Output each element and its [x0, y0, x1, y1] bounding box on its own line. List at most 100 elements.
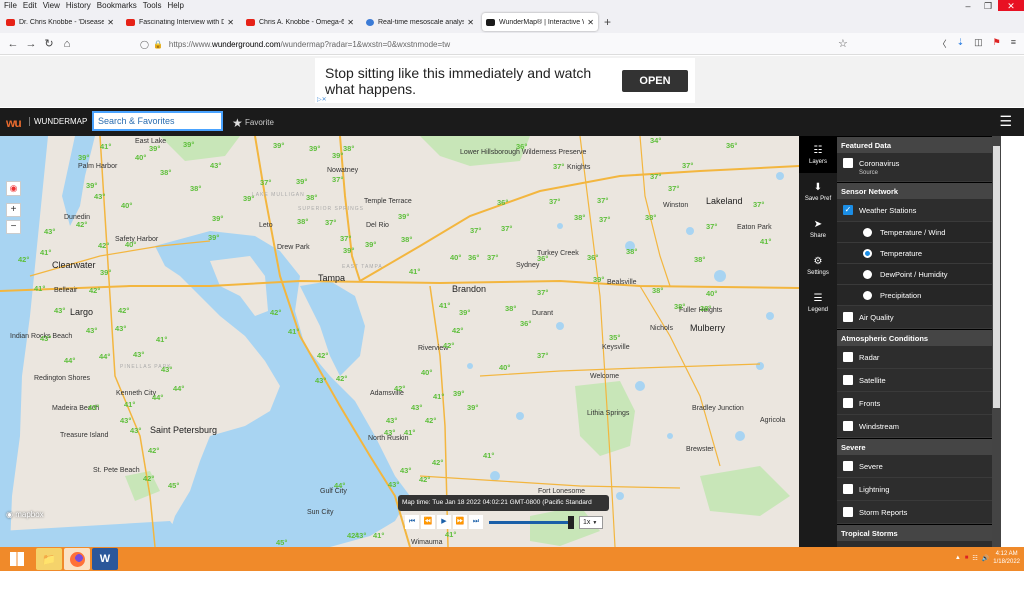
- close-tab-icon[interactable]: ✕: [227, 18, 234, 27]
- layer-satellite[interactable]: Satellite: [837, 369, 992, 392]
- station-temperature[interactable]: 38°: [694, 255, 705, 264]
- radio[interactable]: [863, 227, 872, 237]
- tab-diseases[interactable]: Dr. Chris Knobbe - 'Diseases of ✕: [2, 13, 118, 31]
- station-temperature[interactable]: 39°: [398, 212, 409, 221]
- checkbox[interactable]: [843, 375, 853, 385]
- station-temperature[interactable]: 39°: [309, 144, 320, 153]
- station-temperature[interactable]: 43°: [40, 334, 51, 343]
- layer-storm-reports[interactable]: Storm Reports: [837, 501, 992, 524]
- close-tab-icon[interactable]: ✕: [467, 18, 474, 27]
- zoom-in-button[interactable]: +: [6, 203, 21, 217]
- station-temperature[interactable]: 43°: [210, 161, 221, 170]
- station-temperature[interactable]: 43°: [120, 416, 131, 425]
- station-temperature[interactable]: 38°: [297, 217, 308, 226]
- zoom-out-button[interactable]: −: [6, 220, 21, 234]
- firefox-icon[interactable]: [64, 548, 90, 570]
- station-temperature[interactable]: 43°: [44, 227, 55, 236]
- checkbox-checked[interactable]: ✓: [843, 205, 853, 215]
- forward-icon[interactable]: →: [22, 38, 40, 50]
- share-tool[interactable]: ➤ Share: [799, 210, 837, 247]
- station-temperature[interactable]: 40°: [450, 253, 461, 262]
- extension-icon[interactable]: ⚑: [993, 37, 1001, 50]
- station-temperature[interactable]: 37°: [537, 288, 548, 297]
- panel-scrollbar[interactable]: [992, 136, 1001, 547]
- layer-weather-stations[interactable]: ✓ Weather Stations: [837, 199, 992, 222]
- station-temperature[interactable]: 43°: [411, 403, 422, 412]
- skip-back-icon[interactable]: ⏮: [405, 515, 419, 529]
- checkbox[interactable]: [843, 461, 853, 471]
- option-temperature[interactable]: Temperature: [837, 243, 992, 264]
- station-temperature[interactable]: 43°: [54, 306, 65, 315]
- radio[interactable]: [863, 290, 872, 300]
- station-temperature[interactable]: 41°: [100, 142, 111, 151]
- station-temperature[interactable]: 41°: [760, 237, 771, 246]
- menu-tools[interactable]: Tools: [143, 0, 162, 11]
- station-temperature[interactable]: 36°: [497, 198, 508, 207]
- play-icon[interactable]: ▶: [437, 515, 451, 529]
- station-temperature[interactable]: 41°: [156, 335, 167, 344]
- station-temperature[interactable]: 42°: [443, 341, 454, 350]
- station-temperature[interactable]: 38°: [700, 304, 711, 313]
- station-temperature[interactable]: 43°: [384, 428, 395, 437]
- station-temperature[interactable]: 37°: [332, 175, 343, 184]
- menu-icon[interactable]: ≡: [1011, 37, 1016, 50]
- station-temperature[interactable]: 38°: [343, 144, 354, 153]
- station-temperature[interactable]: 41°: [124, 400, 135, 409]
- station-temperature[interactable]: 43°: [130, 426, 141, 435]
- station-temperature[interactable]: 42°: [336, 374, 347, 383]
- station-temperature[interactable]: 42°: [76, 220, 87, 229]
- station-temperature[interactable]: 43°: [115, 324, 126, 333]
- tab-mesoscale[interactable]: Real-time mesoscale analyses f ✕: [362, 13, 478, 31]
- station-temperature[interactable]: 44°: [173, 384, 184, 393]
- station-temperature[interactable]: 39°: [86, 181, 97, 190]
- station-temperature[interactable]: 37°: [553, 162, 564, 171]
- station-temperature[interactable]: 39°: [78, 153, 89, 162]
- station-temperature[interactable]: 38°: [674, 302, 685, 311]
- station-temperature[interactable]: 41°: [34, 284, 45, 293]
- menu-history[interactable]: History: [66, 0, 91, 11]
- station-temperature[interactable]: 42°: [394, 384, 405, 393]
- radar-toggle-icon[interactable]: ◉: [6, 181, 21, 196]
- station-temperature[interactable]: 34°: [650, 136, 661, 145]
- station-temperature[interactable]: 43°: [355, 531, 366, 540]
- station-temperature[interactable]: 35°: [609, 333, 620, 342]
- station-temperature[interactable]: 38°: [160, 168, 171, 177]
- station-temperature[interactable]: 37°: [753, 200, 764, 209]
- checkbox[interactable]: [843, 421, 853, 431]
- mapbox-logo[interactable]: ◉ mapbox: [6, 510, 44, 519]
- station-temperature[interactable]: 37°: [260, 178, 271, 187]
- station-temperature[interactable]: 39°: [343, 246, 354, 255]
- station-temperature[interactable]: 40°: [706, 289, 717, 298]
- menu-view[interactable]: View: [43, 0, 60, 11]
- station-temperature[interactable]: 42°: [98, 241, 109, 250]
- station-temperature[interactable]: 41°: [40, 248, 51, 257]
- back-icon[interactable]: ←: [4, 38, 22, 50]
- layer-lightning[interactable]: Lightning: [837, 478, 992, 501]
- advertisement[interactable]: Stop sitting like this immediately and w…: [315, 58, 695, 103]
- layer-radar[interactable]: Radar: [837, 346, 992, 369]
- checkbox[interactable]: [843, 158, 853, 168]
- close-tab-icon[interactable]: ✕: [587, 18, 594, 27]
- station-temperature[interactable]: 36°: [520, 319, 531, 328]
- station-temperature[interactable]: 39°: [467, 403, 478, 412]
- station-temperature[interactable]: 44°: [334, 481, 345, 490]
- station-temperature[interactable]: 38°: [505, 304, 516, 313]
- station-temperature[interactable]: 42°: [432, 458, 443, 467]
- layer-severe[interactable]: Severe: [837, 455, 992, 478]
- skip-forward-icon[interactable]: ⏭: [469, 515, 483, 529]
- slider-handle[interactable]: [568, 515, 574, 529]
- home-icon[interactable]: ⌂: [58, 38, 76, 50]
- speed-select[interactable]: 1x ▼: [579, 515, 603, 529]
- station-temperature[interactable]: 39°: [212, 214, 223, 223]
- station-temperature[interactable]: 37°: [501, 224, 512, 233]
- layers-tool[interactable]: ☷ Layers: [799, 136, 837, 173]
- station-temperature[interactable]: 45°: [276, 538, 287, 547]
- radio[interactable]: [863, 269, 872, 279]
- station-temperature[interactable]: 39°: [208, 233, 219, 242]
- station-temperature[interactable]: 37°: [650, 172, 661, 181]
- station-temperature[interactable]: 43°: [133, 350, 144, 359]
- station-temperature[interactable]: 38°: [190, 184, 201, 193]
- station-temperature[interactable]: 36°: [516, 142, 527, 151]
- station-temperature[interactable]: 37°: [597, 196, 608, 205]
- station-temperature[interactable]: 42°: [118, 306, 129, 315]
